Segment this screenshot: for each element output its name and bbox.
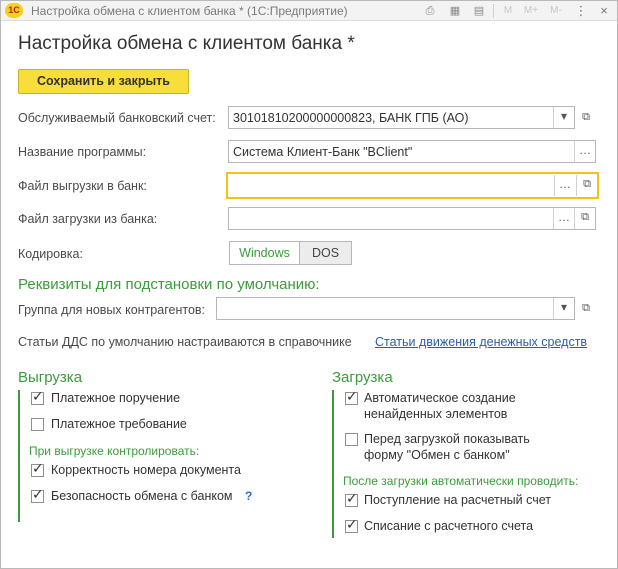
encoding-option-windows[interactable]: Windows <box>229 241 300 265</box>
bank-account-label: Обслуживаемый банковский счет: <box>18 111 216 125</box>
open-icon[interactable]: ⧉ <box>576 107 596 128</box>
dropdown-icon[interactable]: ▾ <box>553 298 574 319</box>
export-control-title: При выгрузке контролировать: <box>29 444 200 458</box>
import-group-bar <box>332 390 334 538</box>
dds-link[interactable]: Статьи движения денежных средств <box>375 335 587 349</box>
auto-create-label-line1: Автоматическое создание <box>364 391 516 405</box>
doc-number-label: Корректность номера документа <box>51 463 241 477</box>
defaults-section-title: Реквизиты для подстановки по умолчанию: <box>18 276 320 293</box>
program-name-label: Название программы: <box>18 145 147 159</box>
exchange-security-checkbox[interactable]: ✓ <box>31 486 44 503</box>
check-icon: ✓ <box>32 460 44 476</box>
print-icon[interactable]: ⎙ <box>422 4 438 18</box>
calendar-icon[interactable]: ▤ <box>471 4 487 18</box>
writeoff-checkbox[interactable]: ✓ <box>345 516 358 533</box>
dropdown-icon[interactable]: ▾ <box>553 107 574 128</box>
dds-note: Статьи ДДС по умолчанию настраиваются в … <box>18 335 352 349</box>
writeoff-label: Списание с расчетного счета <box>364 519 534 533</box>
toolbar-divider <box>493 4 494 18</box>
menu-icon[interactable]: ⋮ <box>572 2 590 20</box>
select-file-icon[interactable]: … <box>554 175 575 196</box>
check-icon: ✓ <box>346 388 358 404</box>
bank-account-value: 30101810200000000823, БАНК ГПБ (АО) <box>233 111 469 125</box>
receipt-checkbox[interactable]: ✓ <box>345 490 358 507</box>
receipt-label: Поступление на расчетный счет <box>364 493 551 507</box>
show-form-label-line2: форму "Обмен с банком" <box>364 448 510 462</box>
import-file-label: Файл загрузки из банка: <box>18 212 158 226</box>
payment-order-label: Платежное поручение <box>51 391 181 405</box>
contractor-group-field[interactable]: ▾ <box>216 297 575 320</box>
encoding-label: Кодировка: <box>18 247 83 261</box>
auto-create-label-line2: ненайденных элементов <box>364 407 508 421</box>
import-section-title: Загрузка <box>332 369 393 386</box>
page-title: Настройка обмена с клиентом банка * <box>18 33 355 54</box>
save-and-close-button[interactable]: Сохранить и закрыть <box>18 69 189 94</box>
encoding-option-dos[interactable]: DOS <box>299 241 352 265</box>
program-name-value: Система Клиент-Банк "BClient" <box>233 145 413 159</box>
select-file-icon[interactable]: … <box>553 208 574 229</box>
check-icon: ✓ <box>32 388 44 404</box>
memory-store-button[interactable]: M <box>502 4 514 18</box>
export-file-field[interactable]: … ⧉ <box>226 172 599 199</box>
export-section-title: Выгрузка <box>18 369 83 386</box>
calculator-icon[interactable]: ▦ <box>447 4 463 18</box>
doc-number-checkbox[interactable]: ✓ <box>31 460 44 477</box>
help-icon[interactable]: ? <box>245 489 252 503</box>
auto-post-title: После загрузки автоматически проводить: <box>343 474 579 488</box>
auto-create-checkbox[interactable]: ✓ <box>345 388 358 405</box>
memory-subtract-button[interactable]: M- <box>548 4 564 18</box>
memory-add-button[interactable]: M+ <box>522 4 540 18</box>
program-name-field[interactable]: Система Клиент-Банк "BClient" … <box>228 140 596 163</box>
contractor-group-label: Группа для новых контрагентов: <box>18 303 206 317</box>
app-logo: 1С <box>5 3 23 18</box>
open-file-icon[interactable]: ⧉ <box>576 175 597 196</box>
close-icon[interactable]: × <box>595 2 613 20</box>
open-icon[interactable]: ⧉ <box>576 298 596 319</box>
window-title: Настройка обмена с клиентом банка * (1С:… <box>31 4 348 18</box>
check-icon: ✓ <box>346 490 358 506</box>
app-window: 1С Настройка обмена с клиентом банка * (… <box>0 0 618 569</box>
show-form-checkbox[interactable] <box>345 433 358 446</box>
payment-request-checkbox[interactable] <box>31 418 44 431</box>
select-icon[interactable]: … <box>574 141 595 162</box>
exchange-security-label: Безопасность обмена с банком <box>51 489 233 503</box>
import-file-field[interactable]: … ⧉ <box>228 207 596 230</box>
show-form-label-line1: Перед загрузкой показывать <box>364 432 530 446</box>
payment-order-checkbox[interactable]: ✓ <box>31 388 44 405</box>
check-icon: ✓ <box>32 486 44 502</box>
payment-request-label: Платежное требование <box>51 417 187 431</box>
export-group-bar <box>18 390 20 522</box>
export-file-label: Файл выгрузки в банк: <box>18 179 147 193</box>
bank-account-field[interactable]: 30101810200000000823, БАНК ГПБ (АО) ▾ <box>228 106 575 129</box>
open-file-icon[interactable]: ⧉ <box>574 208 595 229</box>
title-bar: 1С Настройка обмена с клиентом банка * (… <box>1 1 617 21</box>
check-icon: ✓ <box>346 516 358 532</box>
